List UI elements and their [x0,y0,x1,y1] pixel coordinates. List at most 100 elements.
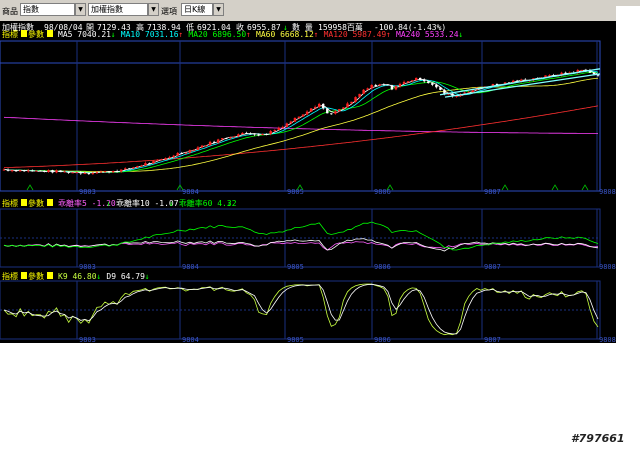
period-dropdown-icon[interactable]: ▼ [213,3,224,16]
candle-body [79,172,82,174]
trendline-lower [444,73,601,98]
product-dropdown-icon[interactable]: ▼ [75,3,86,16]
window-edge [616,0,640,6]
candle-body [309,108,313,112]
candle-body [168,157,171,159]
moving-average-lines [3,69,599,174]
candle-body [200,145,204,148]
ma-line-ma120 [4,105,599,168]
candle-body [196,147,200,150]
legend-series-arrow: ↑ [386,30,391,39]
candle-body [103,171,107,173]
candle-body [253,133,256,135]
candle-body [398,83,402,87]
candle-body [35,170,38,172]
chart-area: 加權指數 98/08/04 開 7129.43 高 7138.94 低 6921… [0,21,616,344]
param-label: 參數 [28,198,44,208]
param-label: 參數 [28,29,44,39]
field-label: 選項 [161,7,177,16]
candle-body [273,129,276,132]
candle-body [31,170,34,172]
candle-body [6,169,10,171]
candle-body [237,134,240,137]
product-select[interactable]: 指數 [20,3,75,16]
candle-body [233,136,236,138]
candle-body [216,139,220,143]
candle-body [180,153,183,155]
month-label: 9805 [287,263,304,271]
param-dropdown-icon [47,272,53,279]
candle-body [63,171,66,173]
candle-body [59,170,62,172]
candle-body [172,155,175,158]
candle-body [43,170,46,172]
indicator-label: 指標 [2,271,18,281]
candle-body [580,69,584,71]
candle-body [419,77,422,80]
kd-lines [3,283,599,336]
candle-body [285,123,289,127]
candle-body [402,81,406,84]
candle-body [293,117,297,122]
candle-body [164,158,167,160]
candle-body [132,167,135,169]
candle-body [410,80,414,82]
candle-body [39,170,42,172]
candle-body [350,101,353,104]
candle-body [176,153,179,156]
indicator-dropdown-icon [21,199,27,206]
candle-body [394,86,398,90]
legend-series-arrow: ↓ [458,30,463,39]
candle-body [269,131,272,134]
ma-line-ma60 [4,77,599,172]
candle-body [358,93,361,98]
candle-body [241,132,244,135]
candle-body [184,152,188,154]
candle-body [261,133,264,135]
candle-body [289,121,293,124]
candle-body [208,141,212,146]
month-label: 9805 [287,188,304,196]
candle-body [55,170,58,173]
legend-series-arrow: ↑ [178,30,183,39]
candle-body [346,103,349,108]
indicator-label: 指標 [2,198,18,208]
candle-body [128,168,131,170]
candle-body [75,172,78,174]
candle-body [326,108,329,114]
indicator-dropdown-icon [21,30,27,37]
signal-marker [551,184,559,191]
candle-body [362,89,365,94]
indicator-label: 指標 [2,29,18,39]
legend-series-value: MA240 5533.24 [396,30,459,39]
month-label: 9807 [484,336,501,343]
month-label: 9805 [287,336,304,343]
kd-line-1 [3,283,599,335]
candle-body [95,172,99,174]
month-label: 9807 [484,188,501,196]
candle-body [334,111,337,114]
month-label: 9804 [182,263,199,271]
index-dropdown-icon[interactable]: ▼ [148,3,159,16]
candle-body [47,170,50,172]
candle-body [406,81,410,83]
legend-series-arrow: ↓ [169,199,174,208]
index-select[interactable]: 加權指數 [88,3,148,16]
candle-body [192,149,196,151]
candle-body [386,84,390,86]
month-label: 9806 [374,336,391,343]
candle-body [414,77,418,81]
candle-body [115,171,119,173]
legend-series-arrow: ↓ [96,272,101,281]
legend-series-value: MA20 6896.50 [188,30,246,39]
candle-body [366,88,369,90]
candle-body [431,83,434,85]
candlesticks [2,68,600,175]
period-select[interactable]: 日K線 [181,3,213,16]
candle-body [249,133,252,135]
month-label: 9803 [79,263,96,271]
rate-line-1 [3,238,599,252]
candle-body [378,84,381,86]
toolbar: 商品 指數 ▼ 加權指數 ▼ 選項 日K線 ▼ [0,0,616,21]
candle-body [14,170,18,172]
